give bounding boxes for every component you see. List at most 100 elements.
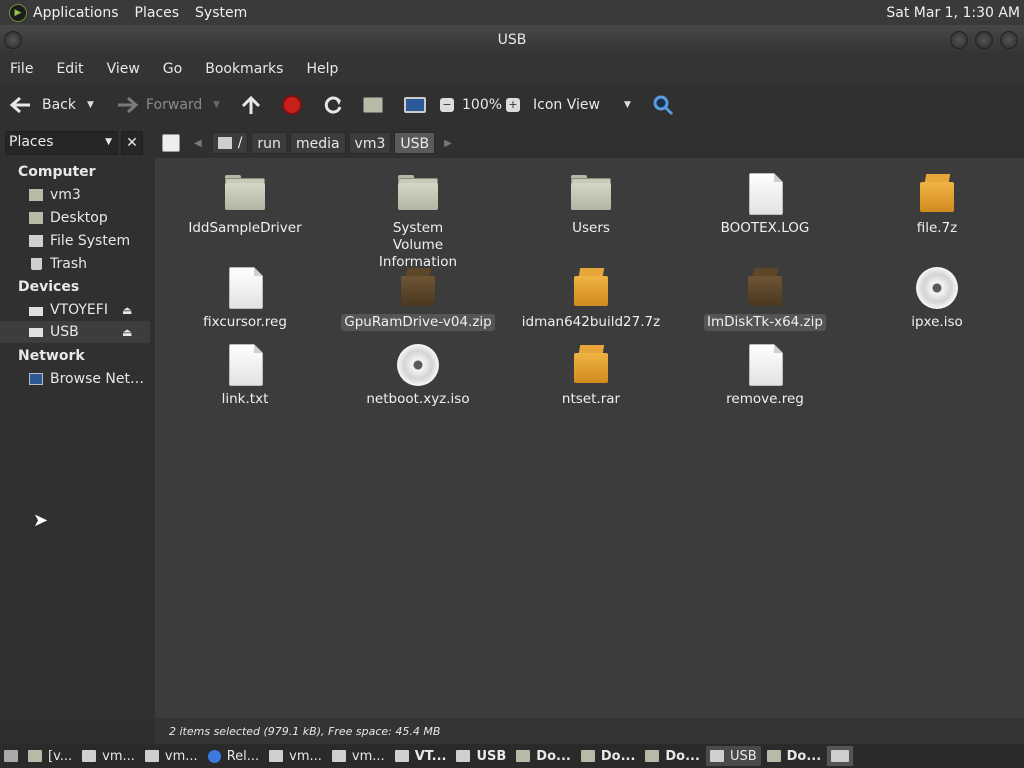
file-item-netboot-iso[interactable]: netboot.xyz.iso	[333, 343, 503, 408]
sidebar-item-trash[interactable]: Trash	[0, 253, 150, 275]
file-item-fixcursor-reg[interactable]: fixcursor.reg	[160, 266, 330, 331]
menu-bookmarks[interactable]: Bookmarks	[205, 61, 283, 77]
file-item-file-7z[interactable]: file.7z	[852, 172, 1022, 237]
taskbar-item[interactable]: Do...	[641, 746, 704, 766]
menubar: File Edit View Go Bookmarks Help	[0, 55, 1024, 83]
search-button[interactable]	[652, 83, 674, 126]
taskbar-item[interactable]: [v...	[24, 746, 76, 766]
taskbar-item-label: [v...	[48, 748, 73, 764]
close-button[interactable]	[1000, 31, 1018, 49]
taskbar-item-active[interactable]: USB	[705, 746, 761, 766]
file-item-ntset-rar[interactable]: ntset.rar	[506, 343, 676, 408]
minimize-button[interactable]	[950, 31, 968, 49]
applications-menu[interactable]: Applications	[33, 5, 119, 21]
icon-view[interactable]: IddSampleDriver System Volume Informatio…	[155, 158, 1024, 718]
breadcrumb-vm3[interactable]: vm3	[348, 132, 392, 154]
file-name: link.txt	[221, 391, 269, 407]
taskbar-item[interactable]: USB	[452, 746, 510, 766]
taskbar-item[interactable]: Do...	[512, 746, 575, 766]
zoom-level[interactable]: 100%	[462, 83, 502, 126]
show-desktop-button[interactable]	[0, 746, 22, 766]
file-item-imdisktk-zip[interactable]: ImDiskTk-x64.zip	[680, 266, 850, 331]
forward-history-dropdown-icon[interactable]: ▼	[213, 83, 220, 126]
stop-button[interactable]	[282, 83, 302, 126]
menu-view[interactable]: View	[107, 61, 140, 77]
sidebar-item-file-system[interactable]: File System	[0, 230, 150, 252]
edit-location-icon[interactable]	[162, 134, 180, 152]
sidebar-item-browse-network[interactable]: Browse Net…	[0, 368, 150, 390]
taskbar-item[interactable]: Rel...	[204, 746, 263, 766]
file-name: System Volume Information	[378, 220, 458, 270]
location-bar: ◀ / run media vm3 USB ▶	[155, 128, 1024, 158]
terminal-icon	[269, 750, 284, 762]
trash-icon	[31, 258, 42, 270]
maximize-button[interactable]	[975, 31, 993, 49]
taskbar-item-label: Do...	[600, 748, 636, 764]
file-item-idman-7z[interactable]: idman642build27.7z	[506, 266, 676, 331]
folder-icon	[223, 172, 267, 216]
view-mode-dropdown-icon[interactable]: ▼	[624, 83, 631, 126]
breadcrumb-run[interactable]: run	[251, 132, 287, 154]
file-item-remove-reg[interactable]: remove.reg	[680, 343, 850, 408]
back-button[interactable]: Back	[8, 83, 76, 126]
eject-icon[interactable]: ⏏	[122, 326, 132, 339]
file-name: IddSampleDriver	[188, 220, 302, 236]
file-item-gpuramdrive-zip[interactable]: GpuRamDrive-v04.zip	[333, 266, 503, 331]
file-item-iddsampledriver[interactable]: IddSampleDriver	[160, 172, 330, 237]
places-menu[interactable]: Places	[135, 5, 180, 21]
forward-label: Forward	[146, 96, 203, 113]
sidebar-item-desktop[interactable]: Desktop	[0, 207, 150, 229]
window-menu-icon[interactable]	[4, 31, 22, 49]
archive-icon	[743, 266, 787, 310]
zoom-out-button[interactable]: −	[440, 83, 454, 126]
taskbar-item[interactable]: vm...	[265, 746, 326, 766]
taskbar-item[interactable]: VT...	[391, 746, 451, 766]
taskbar-item[interactable]: vm...	[141, 746, 202, 766]
eject-icon[interactable]: ⏏	[122, 304, 132, 317]
archive-icon	[569, 343, 613, 387]
menu-edit[interactable]: Edit	[56, 61, 83, 77]
taskbar-item[interactable]: vm...	[328, 746, 389, 766]
file-item-link-txt[interactable]: link.txt	[160, 343, 330, 408]
system-menu[interactable]: System	[195, 5, 247, 21]
places-select[interactable]: Places ▼	[5, 131, 118, 155]
top-panel: ▶ Applications Places System Sat Mar 1, …	[0, 0, 1024, 25]
file-item-ipxe-iso[interactable]: ipxe.iso	[852, 266, 1022, 331]
reload-button[interactable]	[322, 83, 344, 126]
back-history-dropdown-icon[interactable]: ▼	[87, 83, 94, 126]
menu-file[interactable]: File	[10, 61, 33, 77]
taskbar-item[interactable]: Do...	[577, 746, 640, 766]
menu-help[interactable]: Help	[306, 61, 338, 77]
sidebar-item-label: Desktop	[50, 210, 108, 226]
up-button[interactable]	[240, 83, 262, 126]
taskbar-item[interactable]: Do...	[763, 746, 826, 766]
section-network: Network	[18, 348, 85, 364]
sidebar-item-vtoyefi[interactable]: VTOYEFI ⏏	[0, 299, 150, 321]
mint-logo-icon[interactable]: ▶	[9, 3, 27, 22]
terminal-icon	[82, 750, 97, 762]
clock[interactable]: Sat Mar 1, 1:30 AM	[886, 5, 1020, 21]
taskbar-item[interactable]: vm...	[78, 746, 139, 766]
folder-icon	[396, 172, 440, 216]
path-scroll-left-icon[interactable]: ◀	[194, 138, 202, 149]
file-item-system-volume-information[interactable]: System Volume Information	[333, 172, 503, 271]
sidebar-item-usb[interactable]: USB ⏏	[0, 321, 150, 343]
sidebar-close-button[interactable]: ✕	[121, 131, 143, 155]
archive-icon	[396, 266, 440, 310]
path-scroll-right-icon[interactable]: ▶	[444, 138, 452, 149]
home-button[interactable]	[363, 83, 383, 126]
breadcrumb-usb[interactable]: USB	[394, 132, 436, 154]
file-item-bootex-log[interactable]: BOOTEX.LOG	[680, 172, 850, 237]
breadcrumb-root[interactable]: /	[211, 132, 249, 154]
zoom-in-button[interactable]: +	[506, 83, 520, 126]
menu-go[interactable]: Go	[163, 61, 182, 77]
sidebar-item-vm3[interactable]: vm3	[0, 184, 150, 206]
file-item-users[interactable]: Users	[506, 172, 676, 237]
forward-button[interactable]: Forward	[114, 83, 202, 126]
computer-button[interactable]	[404, 83, 426, 126]
view-mode-select[interactable]: Icon View	[533, 83, 600, 126]
workspace-switcher[interactable]	[827, 746, 854, 766]
breadcrumb-media[interactable]: media	[289, 132, 346, 154]
chevron-down-icon: ▼	[105, 137, 112, 147]
window-titlebar[interactable]: USB	[0, 25, 1024, 55]
